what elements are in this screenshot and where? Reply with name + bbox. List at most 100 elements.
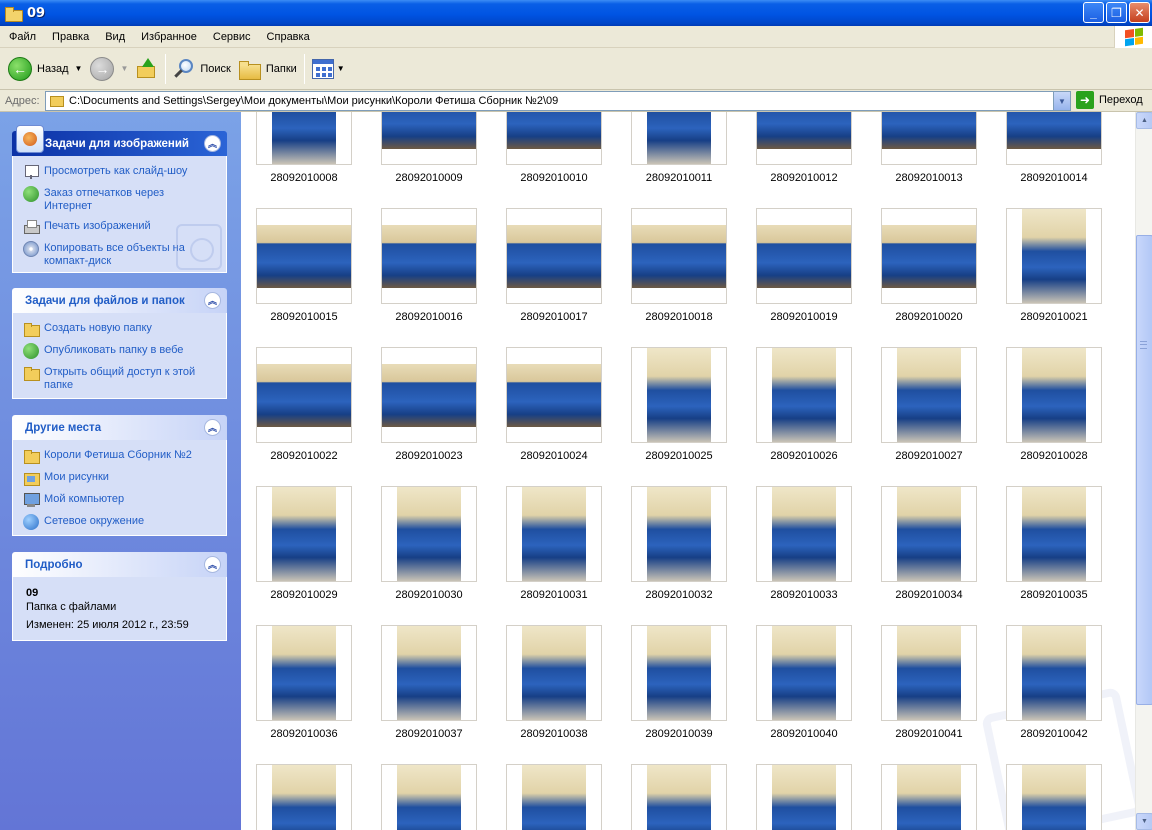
place-network[interactable]: Сетевое окружение	[23, 514, 226, 530]
maximize-button[interactable]: ❐	[1106, 2, 1127, 23]
thumbnail-caption[interactable]: 28092010018	[619, 311, 739, 323]
thumbnail-tile[interactable]	[256, 208, 352, 304]
menu-view[interactable]: Вид	[97, 31, 133, 43]
thumbnail-caption[interactable]: 28092010033	[744, 589, 864, 601]
forward-button[interactable]: → ▼	[86, 51, 132, 87]
collapse-chevron-icon[interactable]: ︽	[204, 419, 221, 436]
thumbnail-caption[interactable]: 28092010013	[869, 172, 989, 184]
collapse-chevron-icon[interactable]: ︽	[204, 292, 221, 309]
scroll-down-button[interactable]: ▼	[1136, 813, 1152, 830]
up-button[interactable]	[132, 51, 162, 87]
thumbnail-caption[interactable]: 28092010039	[619, 728, 739, 740]
thumbnail-caption[interactable]: 28092010032	[619, 589, 739, 601]
thumbnail-tile[interactable]	[1006, 347, 1102, 443]
thumbnail-caption[interactable]: 28092010011	[619, 172, 739, 184]
thumbnail-caption[interactable]: 28092010024	[494, 450, 614, 462]
thumbnail-tile[interactable]	[1006, 208, 1102, 304]
thumbnail-tile[interactable]	[756, 208, 852, 304]
task-share-folder[interactable]: Открыть общий доступ к этой папке	[23, 366, 226, 392]
thumbnail-caption[interactable]: 28092010034	[869, 589, 989, 601]
image-tasks-header[interactable]: Задачи для изображений ︽	[12, 125, 227, 156]
thumbnail-tile[interactable]	[631, 208, 727, 304]
thumbnail-tile[interactable]	[756, 486, 852, 582]
address-path[interactable]: C:\Documents and Settings\Sergey\Мои док…	[69, 95, 558, 107]
thumbnail-tile[interactable]	[631, 625, 727, 721]
thumbnail-tile[interactable]	[256, 112, 352, 165]
thumbnail-tile[interactable]	[256, 347, 352, 443]
task-slideshow[interactable]: Просмотреть как слайд-шоу	[23, 165, 226, 180]
thumbnail-caption[interactable]: 28092010021	[994, 311, 1114, 323]
menu-favorites[interactable]: Избранное	[133, 31, 205, 43]
thumbnail-caption[interactable]: 28092010041	[869, 728, 989, 740]
go-button[interactable]: ➜ Переход	[1076, 91, 1143, 109]
back-dropdown-icon[interactable]: ▼	[75, 64, 83, 73]
collapse-chevron-icon[interactable]: ︽	[204, 135, 221, 152]
thumbnail-caption[interactable]: 28092010026	[744, 450, 864, 462]
thumbnail-tile[interactable]	[256, 625, 352, 721]
thumbnail-tile[interactable]	[381, 486, 477, 582]
task-order-prints[interactable]: Заказ отпечатков через Интернет	[23, 186, 226, 213]
thumbnail-caption[interactable]: 28092010012	[744, 172, 864, 184]
other-places-header[interactable]: Другие места ︽	[12, 415, 227, 440]
thumbnail-tile[interactable]	[881, 112, 977, 165]
thumbnail-caption[interactable]: 28092010022	[244, 450, 364, 462]
thumbnail-tile[interactable]	[881, 625, 977, 721]
collapse-chevron-icon[interactable]: ︽	[204, 556, 221, 573]
thumbnail-caption[interactable]: 28092010027	[869, 450, 989, 462]
minimize-button[interactable]: _	[1083, 2, 1104, 23]
thumbnail-tile[interactable]	[506, 347, 602, 443]
views-dropdown-icon[interactable]: ▼	[337, 64, 345, 73]
close-button[interactable]: ✕	[1129, 2, 1150, 23]
thumbnail-tile[interactable]	[631, 112, 727, 165]
thumbnail-caption[interactable]: 28092010040	[744, 728, 864, 740]
address-dropdown-icon[interactable]: ▼	[1053, 92, 1070, 110]
place-my-pictures[interactable]: Мои рисунки	[23, 471, 226, 486]
thumbnail-caption[interactable]: 28092010030	[369, 589, 489, 601]
menu-help[interactable]: Справка	[259, 31, 318, 43]
thumbnail-caption[interactable]: 28092010028	[994, 450, 1114, 462]
thumbnail-caption[interactable]: 28092010038	[494, 728, 614, 740]
thumbnail-caption[interactable]: 28092010036	[244, 728, 364, 740]
file-tasks-header[interactable]: Задачи для файлов и папок ︽	[12, 288, 227, 313]
thumbnail-tile[interactable]	[881, 347, 977, 443]
thumbnail-tile[interactable]	[631, 486, 727, 582]
thumbnail-tile[interactable]	[381, 112, 477, 165]
menu-tools[interactable]: Сервис	[205, 31, 259, 43]
thumbnail-tile[interactable]	[756, 625, 852, 721]
details-header[interactable]: Подробно ︽	[12, 552, 227, 577]
thumbnail-tile[interactable]	[881, 764, 977, 830]
thumbnail-tile[interactable]	[756, 764, 852, 830]
thumbnail-tile[interactable]	[1006, 625, 1102, 721]
thumbnail-caption[interactable]: 28092010008	[244, 172, 364, 184]
thumbnail-tile[interactable]	[506, 208, 602, 304]
thumbnail-tile[interactable]	[881, 208, 977, 304]
thumbnail-caption[interactable]: 28092010023	[369, 450, 489, 462]
views-button[interactable]: ▼	[308, 51, 349, 87]
thumbnail-tile[interactable]	[506, 625, 602, 721]
thumbnail-caption[interactable]: 28092010025	[619, 450, 739, 462]
thumbnail-caption[interactable]: 28092010009	[369, 172, 489, 184]
thumbnail-tile[interactable]	[381, 208, 477, 304]
task-new-folder[interactable]: Создать новую папку	[23, 322, 226, 337]
thumbnail-caption[interactable]: 28092010015	[244, 311, 364, 323]
thumbnail-caption[interactable]: 28092010042	[994, 728, 1114, 740]
thumbnail-tile[interactable]	[1006, 764, 1102, 830]
place-parent-folder[interactable]: Короли Фетиша Сборник №2	[23, 449, 226, 464]
folders-button[interactable]: Папки	[235, 51, 301, 87]
thumbnail-tile[interactable]	[256, 486, 352, 582]
address-field[interactable]: C:\Documents and Settings\Sergey\Мои док…	[45, 91, 1071, 111]
thumbnail-tile[interactable]	[381, 347, 477, 443]
scroll-thumb[interactable]	[1136, 235, 1152, 705]
search-button[interactable]: Поиск	[169, 51, 234, 87]
thumbnail-caption[interactable]: 28092010037	[369, 728, 489, 740]
thumbnail-caption[interactable]: 28092010019	[744, 311, 864, 323]
scroll-up-button[interactable]: ▲	[1136, 112, 1152, 129]
thumbnail-tile[interactable]	[381, 764, 477, 830]
thumbnail-caption[interactable]: 28092010029	[244, 589, 364, 601]
thumbnail-caption[interactable]: 28092010017	[494, 311, 614, 323]
thumbnail-tile[interactable]	[506, 112, 602, 165]
menu-edit[interactable]: Правка	[44, 31, 97, 43]
place-my-computer[interactable]: Мой компьютер	[23, 493, 226, 508]
thumbnail-caption[interactable]: 28092010016	[369, 311, 489, 323]
thumbnail-tile[interactable]	[881, 486, 977, 582]
